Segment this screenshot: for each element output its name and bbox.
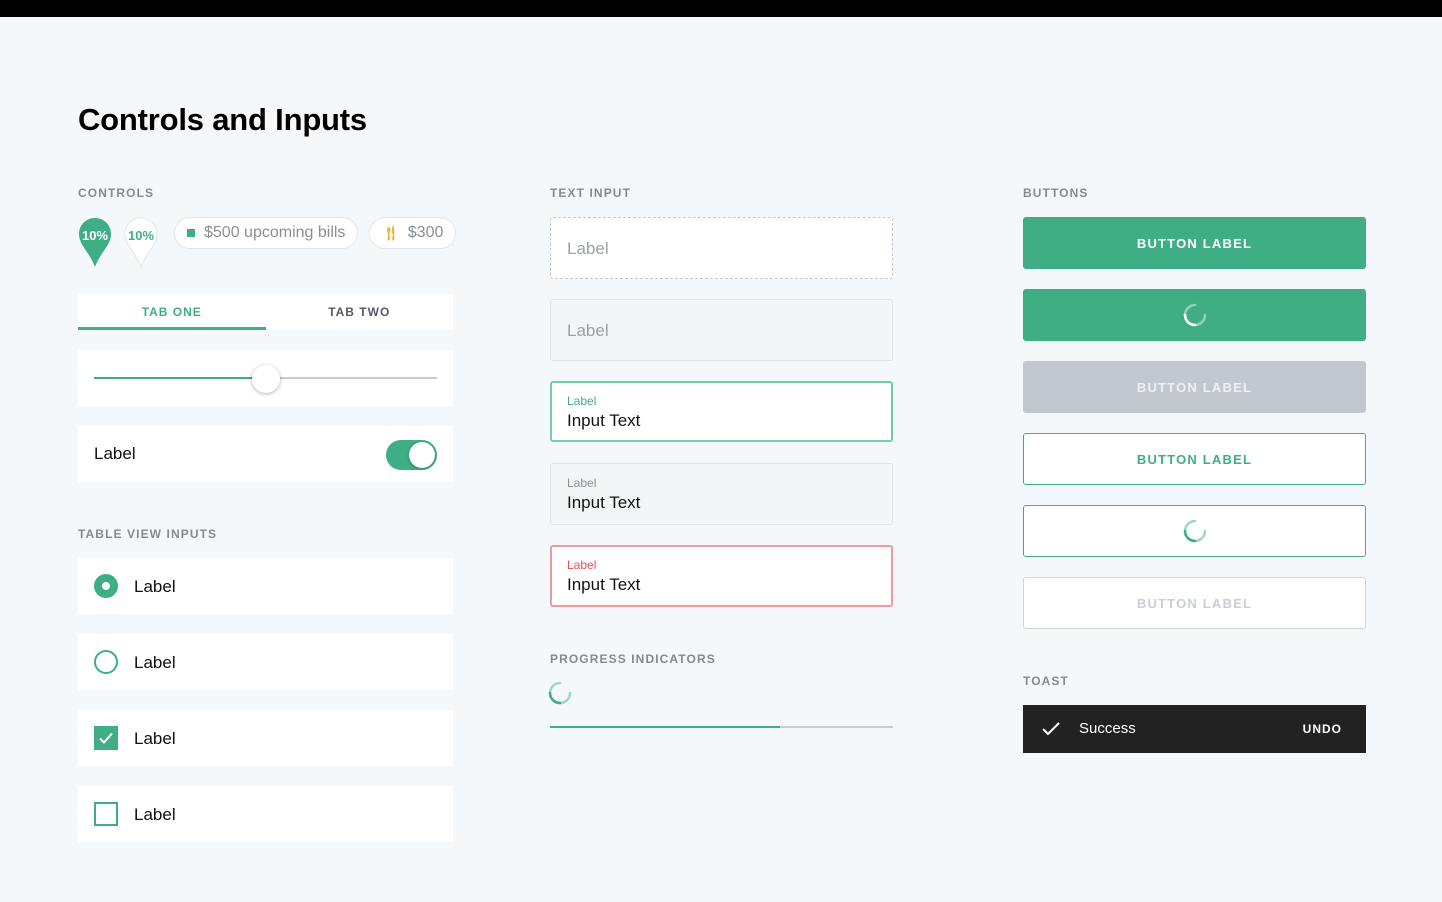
section-label-text-input: TEXT INPUT bbox=[550, 186, 632, 200]
text-field-placeholder: Label bbox=[567, 239, 609, 258]
toast-undo-button[interactable]: UNDO bbox=[1303, 722, 1342, 736]
text-field-value: Input Text bbox=[567, 575, 641, 594]
fork-knife-icon: 🍴︎ bbox=[382, 224, 400, 241]
slider-thumb[interactable] bbox=[251, 365, 280, 393]
text-field-label: Label bbox=[567, 476, 597, 490]
text-field-label: Label bbox=[567, 558, 597, 572]
section-label-table-view-inputs: TABLE VIEW INPUTS bbox=[78, 527, 218, 541]
list-item-label: Label bbox=[134, 653, 176, 672]
toggle-switch[interactable] bbox=[386, 440, 437, 470]
text-field-value: Input Text bbox=[567, 493, 641, 512]
pin-shape-icon bbox=[79, 218, 111, 267]
list-item-label: Label bbox=[134, 729, 176, 748]
page-title: Controls and Inputs bbox=[78, 102, 367, 137]
section-label-buttons: BUTTONS bbox=[1023, 186, 1089, 200]
text-field-filled[interactable]: Label Input Text bbox=[550, 463, 893, 525]
checkbox-checked[interactable] bbox=[94, 726, 118, 750]
pin-marker-outline[interactable]: 10% bbox=[124, 217, 158, 269]
section-label-toast: TOAST bbox=[1023, 674, 1069, 688]
progress-bar-fill bbox=[550, 726, 780, 728]
radio-button-selected[interactable] bbox=[94, 574, 118, 598]
secondary-button-disabled: BUTTON LABEL bbox=[1023, 577, 1366, 629]
checkmark-icon bbox=[99, 732, 113, 744]
section-label-progress-indicators: PROGRESS INDICATORS bbox=[550, 652, 716, 666]
primary-button-loading[interactable] bbox=[1023, 289, 1366, 341]
slider-card bbox=[78, 350, 453, 406]
toggle-row: Label bbox=[78, 426, 453, 482]
loading-spinner-icon bbox=[548, 681, 572, 705]
list-item-checkbox-checked[interactable]: Label bbox=[78, 710, 453, 766]
list-item-label: Label bbox=[134, 577, 176, 596]
loading-spinner-icon bbox=[1183, 303, 1206, 327]
food-amount-chip[interactable]: 🍴︎ $300 bbox=[369, 217, 457, 249]
text-field-empty-dashed[interactable]: Label bbox=[550, 217, 893, 279]
chip-label: $500 upcoming bills bbox=[204, 224, 346, 241]
text-field-focused[interactable]: Label Input Text bbox=[550, 381, 893, 442]
tab-one[interactable]: TAB ONE bbox=[78, 294, 266, 330]
tab-two[interactable]: TAB TWO bbox=[266, 294, 454, 330]
secondary-button-loading[interactable] bbox=[1023, 505, 1366, 557]
primary-button[interactable]: BUTTON LABEL bbox=[1023, 217, 1366, 269]
window-top-bar bbox=[0, 0, 1442, 17]
section-label-controls: CONTROLS bbox=[78, 186, 155, 200]
square-icon bbox=[187, 229, 195, 237]
checkmark-icon bbox=[1042, 722, 1060, 736]
toast-message: Success bbox=[1079, 720, 1136, 737]
list-item-checkbox-unchecked[interactable]: Label bbox=[78, 786, 453, 842]
pin-shape-icon bbox=[124, 217, 158, 269]
text-field-placeholder: Label bbox=[567, 321, 609, 340]
bills-chip[interactable]: $500 upcoming bills bbox=[174, 217, 359, 249]
slider-fill bbox=[94, 377, 266, 379]
checkbox[interactable] bbox=[94, 802, 118, 826]
tab-bar: TAB ONE TAB TWO bbox=[78, 294, 453, 330]
list-item-radio-selected[interactable]: Label bbox=[78, 558, 453, 614]
list-item-label: Label bbox=[134, 805, 176, 824]
pin-marker-filled[interactable]: 10% bbox=[78, 217, 112, 269]
list-item-radio-unselected[interactable]: Label bbox=[78, 634, 453, 690]
toggle-label: Label bbox=[94, 444, 136, 463]
toast-notification: Success UNDO bbox=[1023, 705, 1366, 753]
progress-bar bbox=[550, 726, 893, 728]
pin-label: 10% bbox=[81, 228, 109, 243]
primary-button-disabled: BUTTON LABEL bbox=[1023, 361, 1366, 413]
toggle-knob bbox=[409, 442, 435, 468]
text-field-empty-filled[interactable]: Label bbox=[550, 299, 893, 361]
radio-button[interactable] bbox=[94, 650, 118, 674]
pin-label: 10% bbox=[127, 228, 155, 243]
loading-spinner-icon bbox=[1183, 519, 1206, 543]
secondary-button[interactable]: BUTTON LABEL bbox=[1023, 433, 1366, 485]
text-field-error[interactable]: Label Input Text bbox=[550, 545, 893, 607]
text-field-value: Input Text bbox=[567, 411, 641, 430]
text-field-label: Label bbox=[567, 394, 597, 408]
chip-label: $300 bbox=[407, 224, 444, 241]
